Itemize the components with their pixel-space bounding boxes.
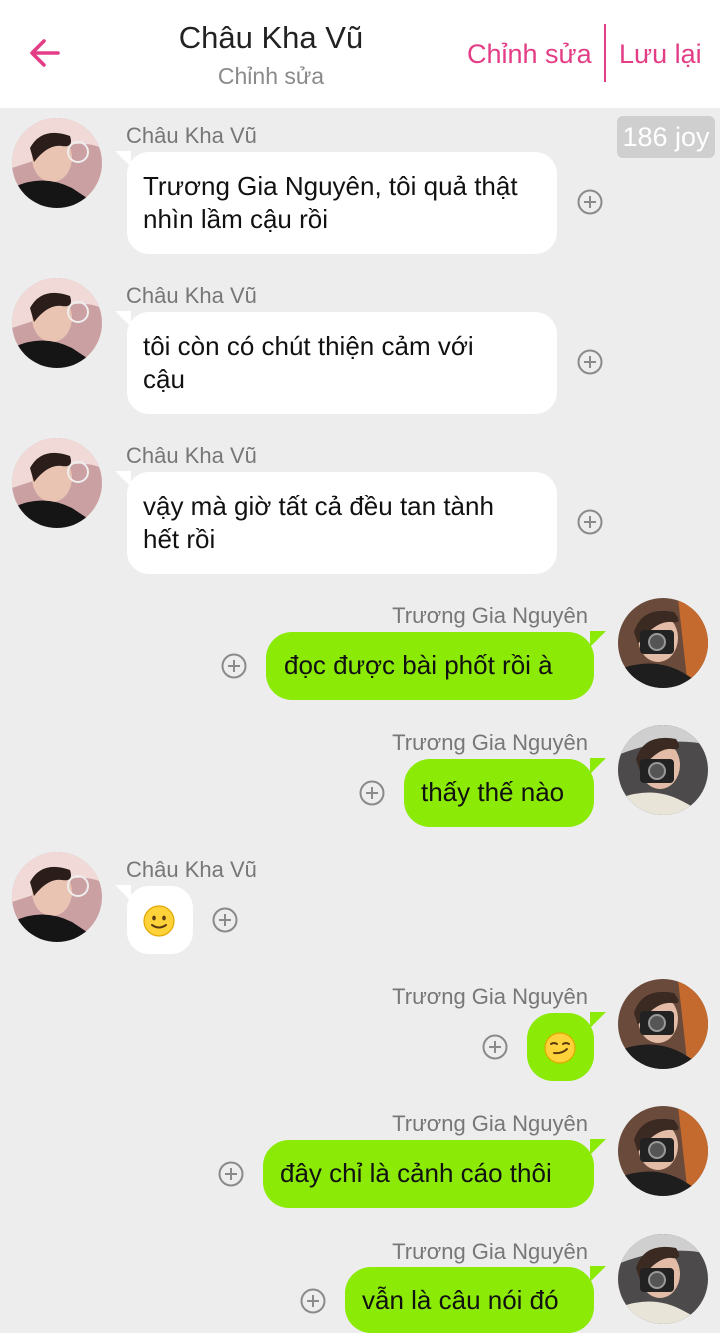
message-bubble[interactable]: Trương Gia Nguyên, tôi quả thật nhìn lầm…: [115, 151, 557, 254]
joy-badge: 186 joy: [617, 116, 715, 158]
message-bubble[interactable]: đây chỉ là cảnh cáo thôi: [263, 1139, 606, 1208]
sender-name: Trương Gia Nguyên: [392, 984, 588, 1009]
message-bubble[interactable]: [115, 885, 193, 954]
page-subtitle: Chỉnh sửa: [217, 63, 325, 89]
avatar[interactable]: [618, 598, 708, 688]
edit-button[interactable]: Chỉnh sửa: [467, 34, 592, 74]
plus-circle-icon[interactable]: [577, 349, 603, 375]
message-line: thấy thế nào: [421, 777, 565, 807]
message-line: Trương Gia Nguyên, tôi quả thật: [143, 171, 518, 201]
plus-circle-icon[interactable]: [218, 1161, 244, 1187]
message-line: vẫn là câu nói đó: [362, 1285, 559, 1315]
sender-name: Trương Gia Nguyên: [392, 1239, 588, 1264]
plus-circle-icon[interactable]: [577, 509, 603, 535]
plus-circle-icon[interactable]: [359, 780, 385, 806]
message-line: đọc được bài phốt rồi à: [284, 650, 553, 680]
avatar[interactable]: [12, 118, 102, 208]
avatar[interactable]: [618, 979, 708, 1069]
slight-smile-emoji: [143, 905, 175, 937]
back-button[interactable]: [22, 30, 68, 76]
message-line: đây chỉ là cảnh cáo thôi: [280, 1158, 552, 1188]
message-bubble[interactable]: tôi còn có chút thiện cảm với cậu: [115, 311, 557, 414]
avatar[interactable]: [12, 278, 102, 368]
message-bubble[interactable]: thấy thế nào: [404, 758, 606, 827]
sender-name: Châu Kha Vũ: [126, 283, 257, 308]
save-button[interactable]: Lưu lại: [619, 34, 702, 74]
sender-name: Châu Kha Vũ: [126, 123, 257, 148]
message-bubble[interactable]: vẫn là câu nói đó: [345, 1266, 606, 1333]
avatar[interactable]: [618, 725, 708, 815]
message-line: nhìn lầm cậu rồi: [143, 204, 328, 234]
plus-circle-icon[interactable]: [221, 653, 247, 679]
plus-circle-icon[interactable]: [577, 189, 603, 215]
plus-circle-icon[interactable]: [300, 1288, 326, 1314]
message-bubble[interactable]: vậy mà giờ tất cả đều tan tành hết rồi: [115, 471, 557, 574]
message-line: tôi còn có chút thiện cảm với: [143, 331, 474, 361]
header-divider: [604, 24, 606, 82]
avatar[interactable]: [618, 1106, 708, 1196]
back-arrow-icon: [30, 39, 60, 67]
top-bar: Châu Kha Vũ Chỉnh sửa Chỉnh sửa Lưu lại: [0, 0, 720, 108]
message-bubble[interactable]: đọc được bài phốt rồi à: [266, 631, 606, 700]
message-line: hết rồi: [143, 524, 216, 554]
avatar[interactable]: [12, 438, 102, 528]
sender-name: Trương Gia Nguyên: [392, 603, 588, 628]
plus-circle-icon[interactable]: [212, 907, 238, 933]
plus-circle-icon[interactable]: [482, 1034, 508, 1060]
sender-name: Châu Kha Vũ: [126, 857, 257, 882]
message-line: vậy mà giờ tất cả đều tan tành: [143, 491, 494, 521]
title-block: Châu Kha Vũ Chỉnh sửa: [140, 18, 402, 93]
message-line: cậu: [143, 364, 185, 394]
avatar[interactable]: [618, 1234, 708, 1324]
sender-name: Trương Gia Nguyên: [392, 730, 588, 755]
message-bubble[interactable]: [527, 1012, 606, 1081]
sender-name: Châu Kha Vũ: [126, 443, 257, 468]
smirk-emoji: [544, 1032, 576, 1064]
avatar[interactable]: [12, 852, 102, 942]
page-title: Châu Kha Vũ: [178, 20, 364, 55]
sender-name: Trương Gia Nguyên: [392, 1111, 588, 1136]
